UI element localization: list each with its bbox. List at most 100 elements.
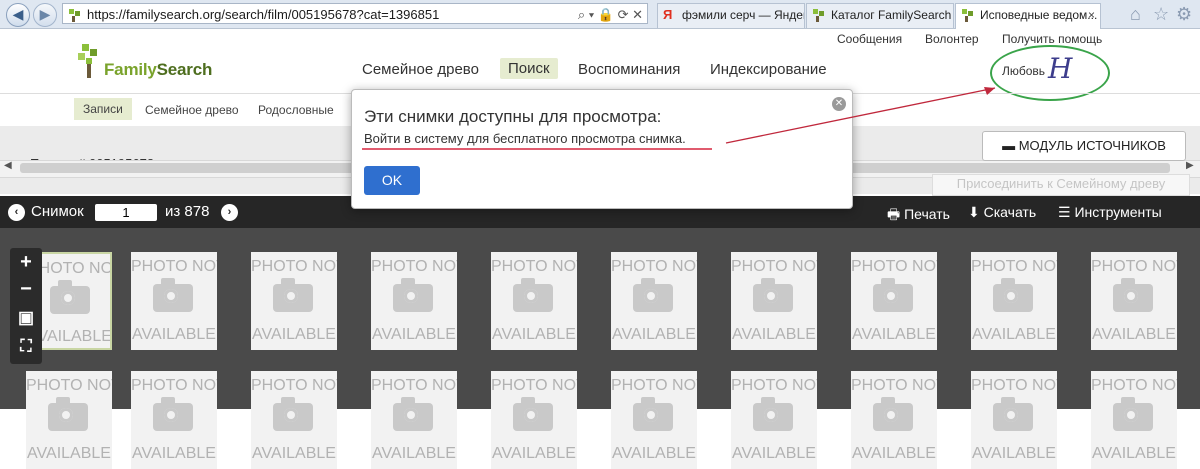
camera-icon bbox=[513, 397, 553, 431]
nav-indexing[interactable]: Индексирование bbox=[710, 61, 827, 78]
image-thumbnail[interactable]: PHOTO NOT AVAILABLE bbox=[251, 371, 337, 469]
tools-icon: ☰ bbox=[1058, 204, 1075, 220]
image-number-input[interactable]: 1 bbox=[95, 204, 157, 221]
thumbnail-text-top: PHOTO NOT bbox=[26, 377, 112, 394]
camera-icon bbox=[753, 278, 793, 312]
image-thumbnail[interactable]: PHOTO NOT AVAILABLE bbox=[611, 252, 697, 350]
thumbnail-text-bottom: AVAILABLE bbox=[492, 326, 576, 343]
dialog-ok-button[interactable]: OK bbox=[364, 166, 420, 195]
camera-icon bbox=[1113, 278, 1153, 312]
camera-icon bbox=[993, 397, 1033, 431]
scroll-left-arrow-icon[interactable]: ◀ bbox=[4, 160, 12, 171]
zoom-out-icon[interactable]: − bbox=[10, 278, 42, 301]
thumbnail-text-top: PHOTO NOT bbox=[371, 258, 457, 275]
thumbnail-text-bottom: AVAILABLE bbox=[492, 445, 576, 462]
download-button[interactable]: ⬇ Скачать bbox=[968, 204, 1036, 221]
util-messages-link[interactable]: Сообщения bbox=[837, 32, 902, 46]
image-thumbnail[interactable]: PHOTO NOT AVAILABLE bbox=[131, 252, 217, 350]
camera-icon bbox=[153, 278, 193, 312]
image-thumbnail[interactable]: PHOTO NOT AVAILABLE bbox=[611, 371, 697, 469]
thumbnail-text-bottom: AVAILABLE bbox=[732, 445, 816, 462]
source-box-label: МОДУЛЬ ИСТОЧНИКОВ bbox=[1018, 138, 1166, 153]
image-thumbnail[interactable]: PHOTO NOT AVAILABLE bbox=[251, 252, 337, 350]
image-thumbnail[interactable]: PHOTO NOT AVAILABLE bbox=[491, 371, 577, 469]
camera-icon bbox=[48, 397, 88, 431]
image-thumbnail[interactable]: PHOTO NOT AVAILABLE bbox=[971, 371, 1057, 469]
settings-gear-icon[interactable]: ⚙ bbox=[1176, 4, 1192, 25]
home-icon[interactable]: ⌂ bbox=[1130, 4, 1141, 25]
camera-icon bbox=[873, 397, 913, 431]
source-box-button[interactable]: ▬ МОДУЛЬ ИСТОЧНИКОВ bbox=[982, 131, 1186, 161]
thumbnail-text-top: PHOTO NOT bbox=[1091, 377, 1177, 394]
image-thumbnail[interactable]: PHOTO NOT AVAILABLE bbox=[491, 252, 577, 350]
image-thumbnail[interactable]: PHOTO NOT AVAILABLE bbox=[731, 252, 817, 350]
thumbnail-text-top: PHOTO NOT bbox=[851, 258, 937, 275]
thumbnail-text-top: PHOTO NOT bbox=[131, 377, 217, 394]
camera-icon bbox=[393, 397, 433, 431]
thumbnail-text-top: PHOTO NOT bbox=[731, 377, 817, 394]
prev-image-icon[interactable]: ‹ bbox=[8, 204, 25, 221]
next-image-icon[interactable]: › bbox=[221, 204, 238, 221]
nav-family-tree[interactable]: Семейное древо bbox=[362, 61, 479, 78]
back-button[interactable]: ◀ bbox=[6, 3, 30, 27]
tab-title: Каталог FamilySearch : ... bbox=[831, 8, 953, 22]
tab-active-register[interactable]: Исповедные ведом... × bbox=[955, 3, 1101, 29]
dialog-close-icon[interactable]: ✕ bbox=[832, 97, 846, 111]
favorites-star-icon[interactable]: ☆ bbox=[1153, 4, 1169, 25]
zoom-in-icon[interactable]: + bbox=[10, 251, 42, 274]
fullscreen-icon[interactable]: ⛶ bbox=[10, 338, 42, 356]
address-tools-icons: ⌕ ▾ 🔒 ⟳ ✕ bbox=[577, 7, 643, 22]
thumbnail-text-top: PHOTO NOT bbox=[1091, 258, 1177, 275]
tools-button[interactable]: ☰ Инструменты bbox=[1058, 204, 1162, 221]
thumbnail-text-top: PHOTO NOT bbox=[491, 377, 577, 394]
camera-icon bbox=[393, 278, 433, 312]
dialog-title: Эти снимки доступны для просмотра: bbox=[364, 107, 662, 126]
thumbnail-text-bottom: AVAILABLE bbox=[1092, 445, 1176, 462]
print-button[interactable]: 🖶 Печать bbox=[887, 204, 950, 228]
image-thumbnail[interactable]: PHOTO NOT AVAILABLE bbox=[731, 371, 817, 469]
nav-search[interactable]: Поиск bbox=[500, 58, 558, 79]
dialog-login-link[interactable]: Войти в систему для бесплатного просмотр… bbox=[364, 131, 686, 146]
thumbnail-text-bottom: AVAILABLE bbox=[612, 326, 696, 343]
camera-icon bbox=[1113, 397, 1153, 431]
fit-screen-icon[interactable]: ▣ bbox=[10, 308, 42, 328]
site-tree-icon bbox=[962, 9, 973, 22]
image-thumbnail[interactable]: PHOTO NOT AVAILABLE bbox=[851, 371, 937, 469]
site-tree-icon bbox=[69, 9, 80, 22]
util-volunteer-link[interactable]: Волонтер bbox=[925, 32, 979, 46]
subnav-records[interactable]: Записи bbox=[74, 98, 132, 120]
tab-catalog[interactable]: Каталог FamilySearch : ... bbox=[806, 3, 954, 28]
camera-icon bbox=[633, 397, 673, 431]
image-thumbnail[interactable]: PHOTO NOT AVAILABLE bbox=[851, 252, 937, 350]
image-count: из 878 bbox=[165, 203, 210, 220]
attach-to-tree-button[interactable]: Присоединить к Семейному древу bbox=[932, 174, 1190, 196]
tab-close-icon[interactable]: × bbox=[1088, 4, 1095, 27]
logo-word-search: Search bbox=[156, 60, 213, 79]
tab-title: фэмили серч — Яндекс:... bbox=[682, 8, 805, 22]
util-help-link[interactable]: Получить помощь bbox=[1002, 32, 1102, 46]
logo-wordmark[interactable]: FamilySearch bbox=[104, 60, 212, 80]
image-thumbnail[interactable]: PHOTO NOT AVAILABLE bbox=[26, 371, 112, 469]
nav-memories[interactable]: Воспоминания bbox=[578, 61, 680, 78]
subnav-genealogies[interactable]: Родословные bbox=[258, 103, 334, 117]
scroll-right-arrow-icon[interactable]: ▶ bbox=[1186, 160, 1194, 171]
image-thumbnail[interactable]: PHOTO NOT AVAILABLE bbox=[371, 371, 457, 469]
printer-icon: 🖶 bbox=[887, 206, 905, 222]
forward-button[interactable]: ▶ bbox=[33, 3, 57, 27]
thumbnail-text-bottom: AVAILABLE bbox=[132, 445, 216, 462]
image-thumbnail[interactable]: PHOTO NOT AVAILABLE bbox=[371, 252, 457, 350]
thumbnail-text-top: PHOTO NOT bbox=[971, 258, 1057, 275]
image-thumbnail[interactable]: PHOTO NOT AVAILABLE bbox=[131, 371, 217, 469]
address-bar[interactable]: https://familysearch.org/search/film/005… bbox=[62, 3, 648, 24]
camera-icon bbox=[633, 278, 673, 312]
subnav-family-tree[interactable]: Семейное древо bbox=[145, 103, 239, 117]
tab-yandex[interactable]: Я фэмили серч — Яндекс:... bbox=[657, 3, 805, 28]
image-thumbnail[interactable]: PHOTO NOT AVAILABLE bbox=[1091, 252, 1177, 350]
thumbnail-text-bottom: AVAILABLE bbox=[852, 445, 936, 462]
image-thumbnail[interactable]: PHOTO NOT AVAILABLE bbox=[1091, 371, 1177, 469]
camera-icon bbox=[873, 278, 913, 312]
thumbnail-text-bottom: AVAILABLE bbox=[852, 326, 936, 343]
thumbnail-text-top: PHOTO NOT bbox=[491, 258, 577, 275]
image-thumbnail[interactable]: PHOTO NOT AVAILABLE bbox=[971, 252, 1057, 350]
camera-icon bbox=[993, 278, 1033, 312]
